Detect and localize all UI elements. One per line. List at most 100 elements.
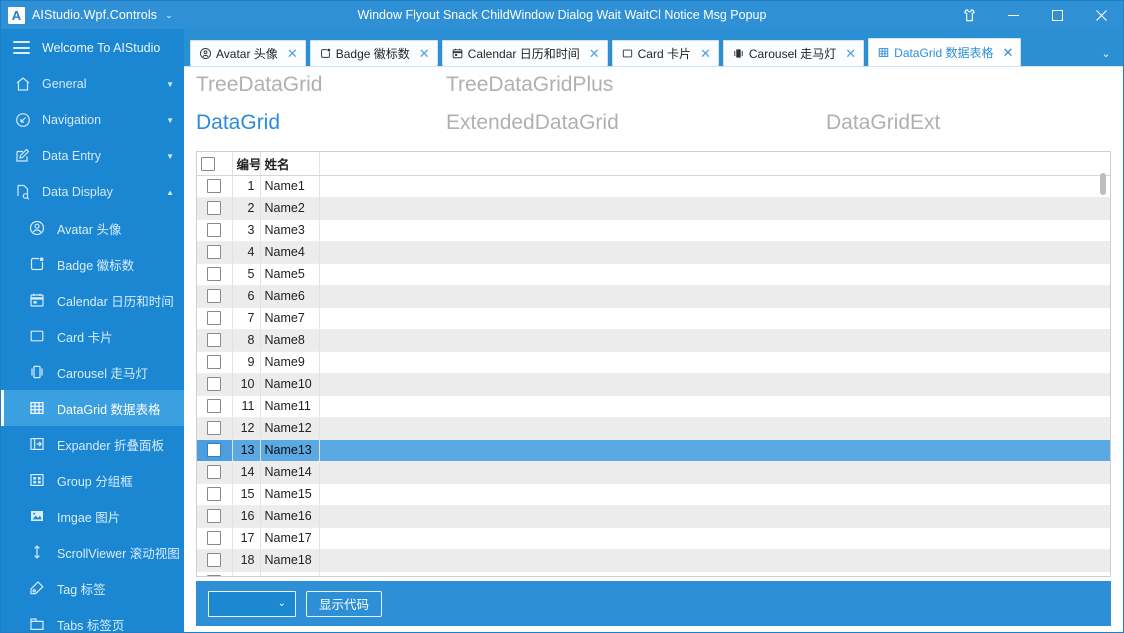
row-select-cell[interactable] bbox=[197, 461, 233, 484]
tab-badge[interactable]: Badge 徽标数 ✕ bbox=[309, 40, 438, 66]
datagrid-vertical-scrollbar[interactable] bbox=[1097, 153, 1109, 575]
row-checkbox[interactable] bbox=[207, 487, 222, 502]
row-select-cell[interactable] bbox=[197, 197, 233, 220]
link-extendeddatagrid[interactable]: ExtendedDataGrid bbox=[446, 111, 826, 135]
table-row[interactable]: 10 Name10 bbox=[197, 373, 1110, 396]
table-row[interactable]: 9 Name9 bbox=[197, 351, 1110, 374]
chevron-down-icon[interactable]: ▼ bbox=[166, 80, 174, 89]
table-row[interactable]: 5 Name5 bbox=[197, 263, 1110, 286]
row-select-cell[interactable] bbox=[197, 285, 233, 308]
sidebar-item-tabs[interactable]: Tabs 标签页 bbox=[1, 606, 184, 632]
table-row[interactable]: 1 Name1 bbox=[197, 175, 1110, 198]
chevron-down-icon[interactable]: ▼ bbox=[166, 152, 174, 161]
table-row[interactable]: 17 Name17 bbox=[197, 527, 1110, 550]
table-row[interactable]: 4 Name4 bbox=[197, 241, 1110, 264]
link-datagridext[interactable]: DataGridExt bbox=[826, 111, 940, 135]
maximize-button[interactable] bbox=[1035, 1, 1079, 29]
show-code-button[interactable]: 显示代码 bbox=[306, 590, 383, 617]
table-row[interactable]: 12 Name12 bbox=[197, 417, 1110, 440]
row-checkbox[interactable] bbox=[207, 465, 222, 480]
row-checkbox[interactable] bbox=[207, 531, 222, 546]
close-icon[interactable]: ✕ bbox=[845, 47, 856, 60]
table-row[interactable]: 2 Name2 bbox=[197, 197, 1110, 220]
chevron-up-icon[interactable]: ▲ bbox=[166, 188, 174, 197]
sidebar-header[interactable]: Welcome To AIStudio bbox=[1, 29, 184, 66]
select-all-checkbox[interactable] bbox=[201, 156, 215, 171]
table-row[interactable]: 8 Name8 bbox=[197, 329, 1110, 352]
row-select-cell[interactable] bbox=[197, 483, 233, 506]
sidebar-item-carousel[interactable]: Carousel 走马灯 bbox=[1, 354, 184, 390]
sidebar-group-data-display[interactable]: Data Display ▲ bbox=[1, 174, 184, 210]
table-row[interactable]: 16 Name16 bbox=[197, 505, 1110, 528]
select-all-header[interactable] bbox=[197, 152, 233, 176]
scrollbar-thumb[interactable] bbox=[1100, 173, 1106, 195]
sidebar-item-expander[interactable]: Expander 折叠面板 bbox=[1, 426, 184, 462]
chevron-down-icon[interactable]: ▼ bbox=[166, 116, 174, 125]
sidebar-item-calendar[interactable]: Calendar 日历和时间 bbox=[1, 282, 184, 318]
row-select-cell[interactable] bbox=[197, 439, 233, 462]
table-row[interactable]: 3 Name3 bbox=[197, 219, 1110, 242]
sidebar-item-image[interactable]: Imgae 图片 bbox=[1, 498, 184, 534]
row-checkbox[interactable] bbox=[207, 553, 222, 568]
sidebar-item-group[interactable]: Group 分组框 bbox=[1, 462, 184, 498]
close-icon[interactable]: ✕ bbox=[287, 47, 298, 60]
row-select-cell[interactable] bbox=[197, 505, 233, 528]
table-row[interactable]: 13 Name13 bbox=[197, 439, 1110, 462]
row-checkbox[interactable] bbox=[207, 267, 222, 282]
row-checkbox[interactable] bbox=[207, 333, 222, 348]
row-select-cell[interactable] bbox=[197, 571, 233, 576]
close-icon[interactable]: ✕ bbox=[589, 47, 600, 60]
row-select-cell[interactable] bbox=[197, 263, 233, 286]
tab-overflow-button[interactable]: ⌄ bbox=[1089, 40, 1123, 66]
link-treedatagrid[interactable]: TreeDataGrid bbox=[196, 73, 446, 97]
sidebar-item-datagrid[interactable]: DataGrid 数据表格 bbox=[1, 390, 184, 426]
tab-avatar[interactable]: Avatar 头像 ✕ bbox=[190, 40, 306, 66]
row-select-cell[interactable] bbox=[197, 241, 233, 264]
row-select-cell[interactable] bbox=[197, 527, 233, 550]
row-checkbox[interactable] bbox=[207, 311, 222, 326]
link-treedatagridplus[interactable]: TreeDataGridPlus bbox=[446, 73, 826, 97]
table-row[interactable]: 19Name19 bbox=[197, 571, 1110, 576]
row-checkbox[interactable] bbox=[207, 289, 222, 304]
chevron-down-icon[interactable]: ⌄ bbox=[165, 10, 173, 21]
hamburger-icon[interactable] bbox=[13, 41, 30, 54]
link-datagrid[interactable]: DataGrid bbox=[196, 111, 446, 135]
close-icon[interactable]: ✕ bbox=[700, 47, 711, 60]
row-checkbox[interactable] bbox=[207, 201, 222, 216]
sidebar-group-navigation[interactable]: Navigation ▼ bbox=[1, 102, 184, 138]
table-row[interactable]: 15 Name15 bbox=[197, 483, 1110, 506]
row-select-cell[interactable] bbox=[197, 351, 233, 374]
row-select-cell[interactable] bbox=[197, 329, 233, 352]
close-button[interactable] bbox=[1079, 1, 1123, 29]
row-checkbox[interactable] bbox=[207, 509, 222, 524]
tab-calendar[interactable]: Calendar 日历和时间 ✕ bbox=[441, 40, 608, 66]
close-icon[interactable]: ✕ bbox=[419, 47, 430, 60]
tab-carousel[interactable]: Carousel 走马灯 ✕ bbox=[722, 40, 865, 66]
tab-card[interactable]: Card 卡片 ✕ bbox=[611, 40, 719, 66]
row-checkbox[interactable] bbox=[207, 377, 222, 392]
sidebar-group-general[interactable]: General ▼ bbox=[1, 66, 184, 102]
sidebar-item-avatar[interactable]: Avatar 头像 bbox=[1, 210, 184, 246]
table-row[interactable]: 18 Name18 bbox=[197, 549, 1110, 572]
theme-combobox[interactable]: ⌄ bbox=[208, 590, 296, 617]
table-row[interactable]: 6 Name6 bbox=[197, 285, 1110, 308]
row-checkbox[interactable] bbox=[207, 355, 222, 370]
row-select-cell[interactable] bbox=[197, 549, 233, 572]
row-checkbox[interactable] bbox=[207, 443, 222, 458]
row-checkbox[interactable] bbox=[207, 575, 222, 576]
sidebar-item-card[interactable]: Card 卡片 bbox=[1, 318, 184, 354]
row-checkbox[interactable] bbox=[207, 245, 222, 260]
row-select-cell[interactable] bbox=[197, 395, 233, 418]
row-select-cell[interactable] bbox=[197, 307, 233, 330]
row-select-cell[interactable] bbox=[197, 175, 233, 198]
row-checkbox[interactable] bbox=[207, 223, 222, 238]
minimize-button[interactable] bbox=[991, 1, 1035, 29]
row-checkbox[interactable] bbox=[207, 179, 222, 194]
tshirt-icon[interactable] bbox=[947, 1, 991, 29]
sidebar-item-tag[interactable]: Tag 标签 bbox=[1, 570, 184, 606]
row-select-cell[interactable] bbox=[197, 219, 233, 242]
row-select-cell[interactable] bbox=[197, 373, 233, 396]
column-header-name[interactable]: 姓名 bbox=[260, 152, 320, 176]
tab-datagrid[interactable]: DataGrid 数据表格 ✕ bbox=[868, 38, 1022, 66]
table-row[interactable]: 7 Name7 bbox=[197, 307, 1110, 330]
